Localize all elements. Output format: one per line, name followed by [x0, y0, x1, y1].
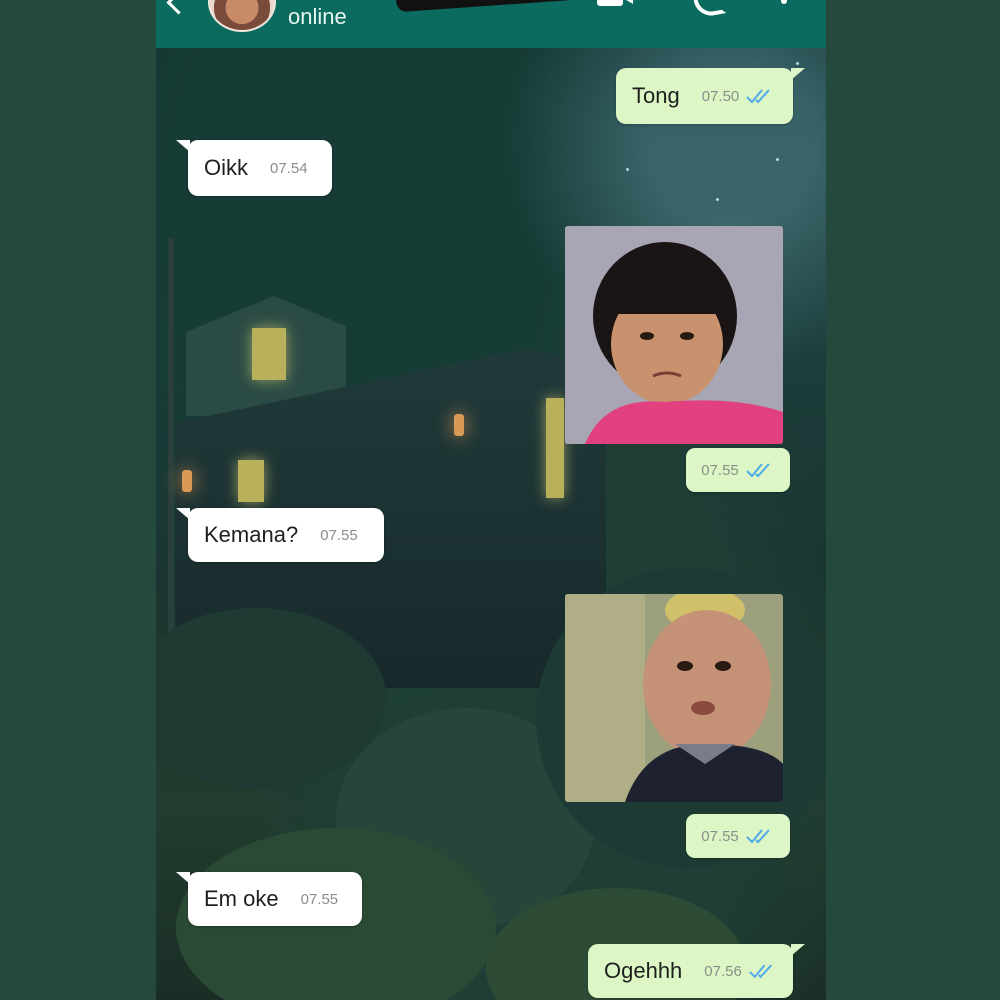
- girl-photo-image: [565, 226, 783, 444]
- redacted-contact-name: [395, 0, 577, 13]
- message-bubble-incoming[interactable]: Oikk 07.54: [176, 140, 332, 196]
- boy-photo-image: [565, 594, 783, 802]
- message-text: Ogehhh: [604, 958, 683, 983]
- message-text: Kemana?: [204, 522, 299, 547]
- double-check-icon: [746, 463, 770, 478]
- message-time: 07.55: [701, 461, 739, 479]
- message-time: 07.54: [270, 159, 308, 177]
- image-timestamp-chip: 07.55: [686, 814, 790, 858]
- image-timestamp-chip: 07.55: [686, 448, 790, 492]
- image-message-boy-photo[interactable]: [565, 594, 783, 802]
- message-text: Em oke: [204, 886, 279, 911]
- message-bubble-outgoing[interactable]: Ogehhh 07.56: [588, 944, 805, 998]
- more-menu-icon[interactable]: [781, 0, 787, 4]
- voice-call-icon[interactable]: [691, 0, 727, 19]
- message-time: 07.55: [320, 526, 358, 544]
- video-call-icon[interactable]: [597, 0, 633, 6]
- contact-avatar[interactable]: [208, 0, 276, 32]
- double-check-icon: [749, 964, 772, 979]
- image-message-girl-photo[interactable]: [565, 226, 783, 444]
- message-bubble-incoming[interactable]: Kemana? 07.55: [176, 508, 384, 562]
- double-check-icon: [746, 89, 771, 104]
- back-arrow-icon[interactable]: [166, 0, 191, 15]
- message-text: Tong: [632, 83, 680, 108]
- chat-screen: online Tong 07.50 Oikk 07.54 07.55 Keman…: [156, 0, 826, 1000]
- message-bubble-outgoing[interactable]: Tong 07.50: [616, 68, 805, 124]
- message-time: 07.56: [704, 962, 742, 980]
- message-time: 07.50: [701, 87, 740, 105]
- message-text: Oikk: [204, 155, 248, 180]
- message-bubble-incoming[interactable]: Em oke 07.55: [176, 872, 362, 926]
- double-check-icon: [746, 829, 770, 844]
- message-time: 07.55: [701, 827, 739, 845]
- message-time: 07.55: [300, 890, 339, 908]
- chat-header: online: [156, 0, 826, 48]
- contact-status: online: [288, 4, 347, 29]
